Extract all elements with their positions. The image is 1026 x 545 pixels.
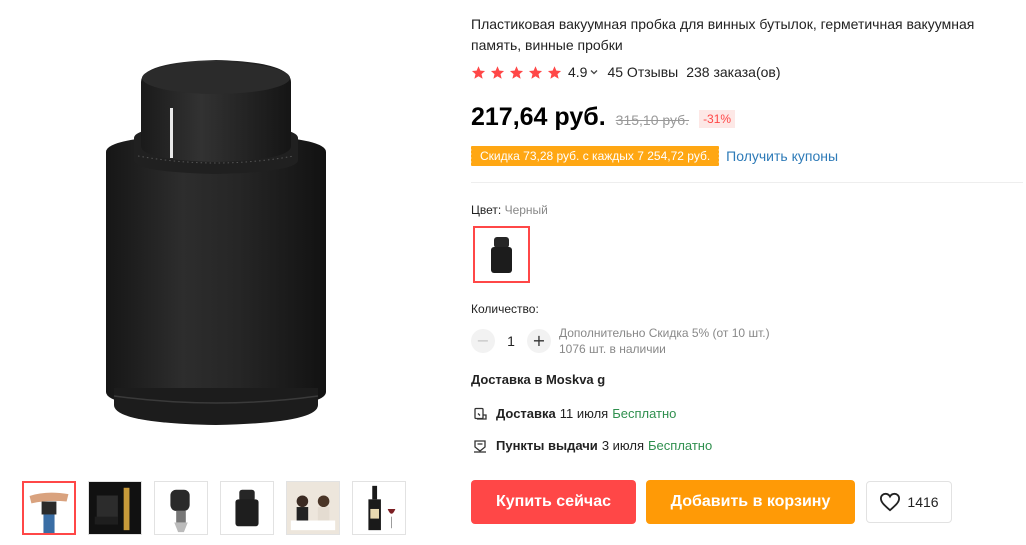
orders-count: 238 заказа(ов) [686,64,781,80]
delivery-destination[interactable]: Доставка в Moskva g [471,372,605,387]
delivery-date: 11 июля [559,406,609,421]
current-price: 217,64 руб. [471,103,606,131]
rating-value: 4.9 [568,64,588,80]
color-value: Черный [504,203,548,217]
delivery-row-pickup: Пункты выдачи 3 июля Бесплатно [473,438,712,453]
truck-icon [474,407,487,420]
pickup-date: 3 июля [601,438,645,453]
quantity-value[interactable]: 1 [495,333,527,349]
rating-row: 4.9 45 Отзывы 238 заказа(ов) [471,64,781,80]
add-to-cart-button[interactable]: Добавить в корзину [646,480,855,524]
wishlist-button[interactable]: 1416 [866,481,952,523]
thumb-people-dining[interactable] [286,481,340,535]
color-label-text: Цвет: [471,203,502,217]
delivery-label: Доставка [496,406,556,421]
star-icon [471,65,486,79]
star-icon [528,65,543,79]
pickup-cost: Бесплатно [648,438,713,453]
thumbnail-strip [22,481,406,535]
thumb-hand-on-stopper[interactable] [22,481,76,535]
reviews-link[interactable]: 45 Отзывы [607,64,678,80]
thumb-black-stopper[interactable] [220,481,274,535]
discount-badge: -31% [699,110,736,128]
star-icon [547,65,562,79]
star-icon [509,65,524,79]
color-swatch-black[interactable] [473,226,530,283]
quantity-label: Количество: [471,302,539,316]
pickup-label: Пункты выдачи [496,438,598,453]
star-rating [471,65,562,80]
quantity-increase-button[interactable]: + [527,329,551,353]
chevron-down-icon[interactable] [589,67,599,77]
quantity-stepper: − 1 + [471,329,551,353]
star-icon [490,65,505,79]
thumb-stopper-pump[interactable] [154,481,208,535]
main-product-image [0,0,445,470]
heart-icon [880,492,901,512]
color-label: Цвет: Черный [471,203,548,217]
get-coupons-link[interactable]: Получить купоны [726,148,838,164]
quantity-decrease-button[interactable]: − [471,329,495,353]
stock-note: 1076 шт. в наличии [559,342,666,356]
buy-now-button[interactable]: Купить сейчас [471,480,636,524]
product-title: Пластиковая вакуумная пробка для винных … [471,16,975,53]
coupon-tag: Скидка 73,28 руб. с каждых 7 254,72 руб. [469,146,720,166]
thumb-stopper-with-glass[interactable] [88,481,142,535]
divider [471,182,1023,183]
coupon-row: Скидка 73,28 руб. с каждых 7 254,72 руб.… [469,146,838,166]
delivery-row-courier: Доставка 11 июля Бесплатно [473,406,676,421]
thumb-wine-bottles[interactable] [352,481,406,535]
original-price: 315,10 руб. [615,112,690,128]
bulk-discount-note: Дополнительно Скидка 5% (от 10 шт.) [559,326,770,340]
quantity-notes: Дополнительно Скидка 5% (от 10 шт.) 1076… [559,325,770,357]
price-row: 217,64 руб. 315,10 руб. -31% [471,103,736,132]
delivery-cost: Бесплатно [612,406,677,421]
wishlist-count: 1416 [907,494,939,510]
pickup-point-icon [474,439,486,453]
